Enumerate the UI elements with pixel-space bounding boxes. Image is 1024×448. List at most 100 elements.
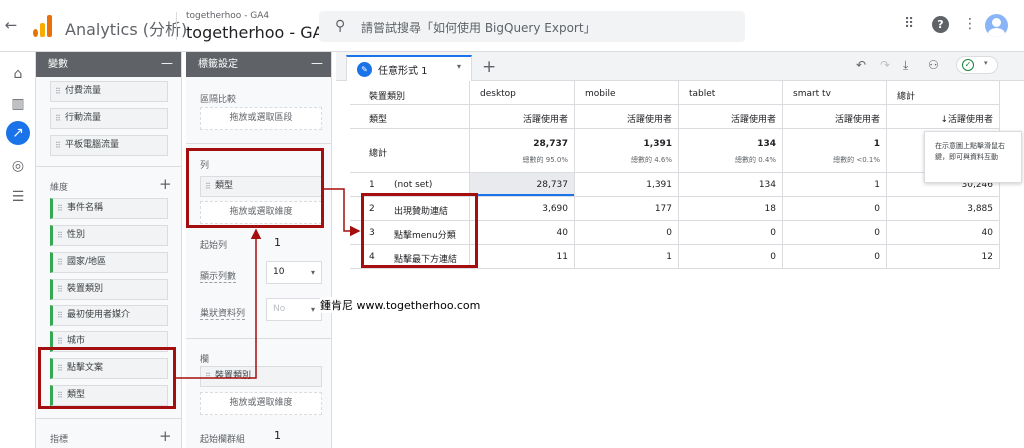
drag-handle-icon[interactable]: ⠿: [205, 367, 211, 386]
table-cell[interactable]: 1: [783, 180, 880, 190]
undo-icon[interactable]: ↶: [856, 58, 866, 72]
table-cell[interactable]: 12: [887, 252, 993, 262]
avatar[interactable]: [985, 14, 1008, 37]
table-cell[interactable]: 3,690: [470, 204, 568, 214]
download-icon[interactable]: ⤓: [903, 58, 908, 73]
column-drop-zone[interactable]: 拖放或選取維度: [200, 392, 322, 415]
account-name[interactable]: togetherhoo - GA4: [186, 11, 269, 21]
share-user-icon[interactable]: ⚇: [928, 58, 939, 72]
column-dimension-chip[interactable]: ⠿ 裝置類別: [200, 366, 322, 387]
dimension-chip[interactable]: ⠿ 國家/地區: [50, 252, 168, 273]
back-arrow-icon[interactable]: ←: [4, 16, 18, 34]
segment-chip[interactable]: ⠿ 行動流量: [50, 108, 168, 129]
table-cell[interactable]: 0: [783, 252, 880, 262]
metric-header[interactable]: 活躍使用者: [679, 112, 776, 125]
reports-icon[interactable]: ▥: [8, 94, 28, 114]
drag-handle-icon[interactable]: ⠿: [57, 280, 63, 299]
metric-header[interactable]: 活躍使用者: [575, 112, 672, 125]
table-cell[interactable]: 0: [679, 228, 776, 238]
show-rows-value: 10: [273, 267, 285, 277]
column-header-smart-tv[interactable]: smart tv: [793, 89, 831, 99]
apps-grid-icon[interactable]: ⠿: [904, 16, 914, 32]
dimension-chip[interactable]: ⠿ 最初使用者媒介: [50, 305, 168, 326]
drag-handle-icon[interactable]: ⠿: [57, 306, 63, 325]
drag-handle-icon[interactable]: ⠿: [57, 199, 63, 218]
table-cell[interactable]: 28,737: [470, 180, 569, 190]
column-header-total[interactable]: 總計: [897, 89, 915, 102]
drag-handle-icon[interactable]: ⠿: [55, 82, 61, 101]
home-icon[interactable]: ⌂: [8, 64, 28, 84]
table-cell[interactable]: 134: [679, 180, 776, 190]
table-cell[interactable]: 0: [783, 204, 880, 214]
explore-icon[interactable]: ↗: [6, 121, 30, 145]
table-cell[interactable]: 3,885: [887, 204, 993, 214]
column-header-desktop[interactable]: desktop: [480, 89, 516, 99]
dimension-chip[interactable]: ⠿ 事件名稱: [50, 198, 168, 219]
metric-header[interactable]: 活躍使用者: [783, 112, 880, 125]
nested-rows-value: No: [273, 304, 286, 314]
search-placeholder: 請嘗試搜尋「如何使用 BigQuery Export」: [361, 21, 596, 35]
property-name[interactable]: togetherhoo - GA4: [186, 23, 334, 42]
drag-handle-icon[interactable]: ⠿: [55, 109, 61, 128]
table-cell[interactable]: 11: [470, 252, 568, 262]
table-cell[interactable]: 40: [470, 228, 568, 238]
dimension-header[interactable]: 裝置類別: [369, 89, 405, 102]
configure-icon[interactable]: ☰: [8, 187, 28, 207]
collapse-icon[interactable]: —: [311, 51, 323, 76]
total-value: 28,737: [533, 139, 568, 149]
metric-header[interactable]: 活躍使用者: [470, 112, 568, 125]
highlight-box-rows: [186, 148, 324, 228]
analytics-logo[interactable]: [33, 15, 53, 37]
left-rail: ⌂ ▥ ↗ ◎ ☰: [0, 52, 36, 448]
help-icon[interactable]: ?: [932, 16, 949, 33]
start-col-group-label: 起始欄群組: [200, 435, 246, 445]
dimension-chip[interactable]: ⠿ 性別: [50, 225, 168, 246]
table-cell[interactable]: 0: [783, 228, 880, 238]
drag-handle-icon[interactable]: ⠿: [55, 136, 61, 155]
total-value: 1: [873, 139, 880, 149]
show-rows-select[interactable]: 10 ▾: [266, 261, 322, 284]
table-cell[interactable]: 1: [575, 252, 672, 262]
column-header-mobile[interactable]: mobile: [585, 89, 616, 99]
table-cell[interactable]: 18: [679, 204, 776, 214]
column-header-tablet[interactable]: tablet: [689, 89, 715, 99]
advertising-icon[interactable]: ◎: [8, 156, 28, 176]
table-cell[interactable]: 40: [887, 228, 993, 238]
table-cell[interactable]: 1,391: [575, 180, 672, 190]
chevron-down-icon[interactable]: ▾: [457, 62, 461, 71]
sorted-metric-header[interactable]: ↓活躍使用者: [887, 112, 993, 125]
highlight-box-row-labels: [361, 193, 478, 268]
search-icon: ⚲: [335, 18, 346, 34]
row-label[interactable]: (not set): [394, 180, 432, 190]
nested-rows-select[interactable]: No ▾: [266, 298, 322, 321]
table-cell[interactable]: 0: [679, 252, 776, 262]
tab-freeform-1[interactable]: ✎ 任意形式 1 ▾: [346, 55, 472, 81]
total-percent: 總數的 0.4%: [734, 156, 776, 164]
drag-handle-icon[interactable]: ⠿: [57, 226, 63, 245]
more-vert-icon[interactable]: ⋮: [963, 16, 977, 32]
segment-chip[interactable]: ⠿ 付費流量: [50, 81, 168, 102]
add-dimension-icon[interactable]: +: [159, 175, 172, 193]
drag-handle-icon[interactable]: ⠿: [57, 253, 63, 272]
status-button[interactable]: ✓ ▾: [956, 56, 998, 74]
row-divider: [350, 268, 1000, 269]
start-col-group-value[interactable]: 1: [274, 429, 281, 442]
collapse-icon[interactable]: —: [161, 51, 173, 76]
redo-icon[interactable]: ↷: [880, 58, 890, 72]
metrics-label: 指標: [50, 435, 69, 445]
start-row-value[interactable]: 1: [274, 236, 281, 249]
show-rows-label: 顯示列數: [200, 269, 237, 283]
search-input[interactable]: ⚲ 請嘗試搜尋「如何使用 BigQuery Export」: [319, 11, 745, 42]
tab-label: 任意形式 1: [378, 66, 428, 77]
add-metric-icon[interactable]: +: [159, 427, 172, 445]
row-dimension-header[interactable]: 類型: [369, 112, 387, 125]
add-tab-button[interactable]: +: [482, 57, 496, 77]
segment-chip[interactable]: ⠿ 平板電腦流量: [50, 135, 168, 156]
table-cell[interactable]: 0: [575, 228, 672, 238]
tab-settings-header: 標籤設定 —: [186, 52, 331, 77]
dimension-label: 裝置類別: [67, 284, 104, 294]
segment-drop-zone[interactable]: 拖放或選取區段: [200, 107, 322, 130]
dimension-chip[interactable]: ⠿ 裝置類別: [50, 279, 168, 300]
table-cell[interactable]: 177: [575, 204, 672, 214]
tooltip: 在示意圖上點擊滑鼠右鍵，即可與資料互動: [924, 131, 1022, 183]
